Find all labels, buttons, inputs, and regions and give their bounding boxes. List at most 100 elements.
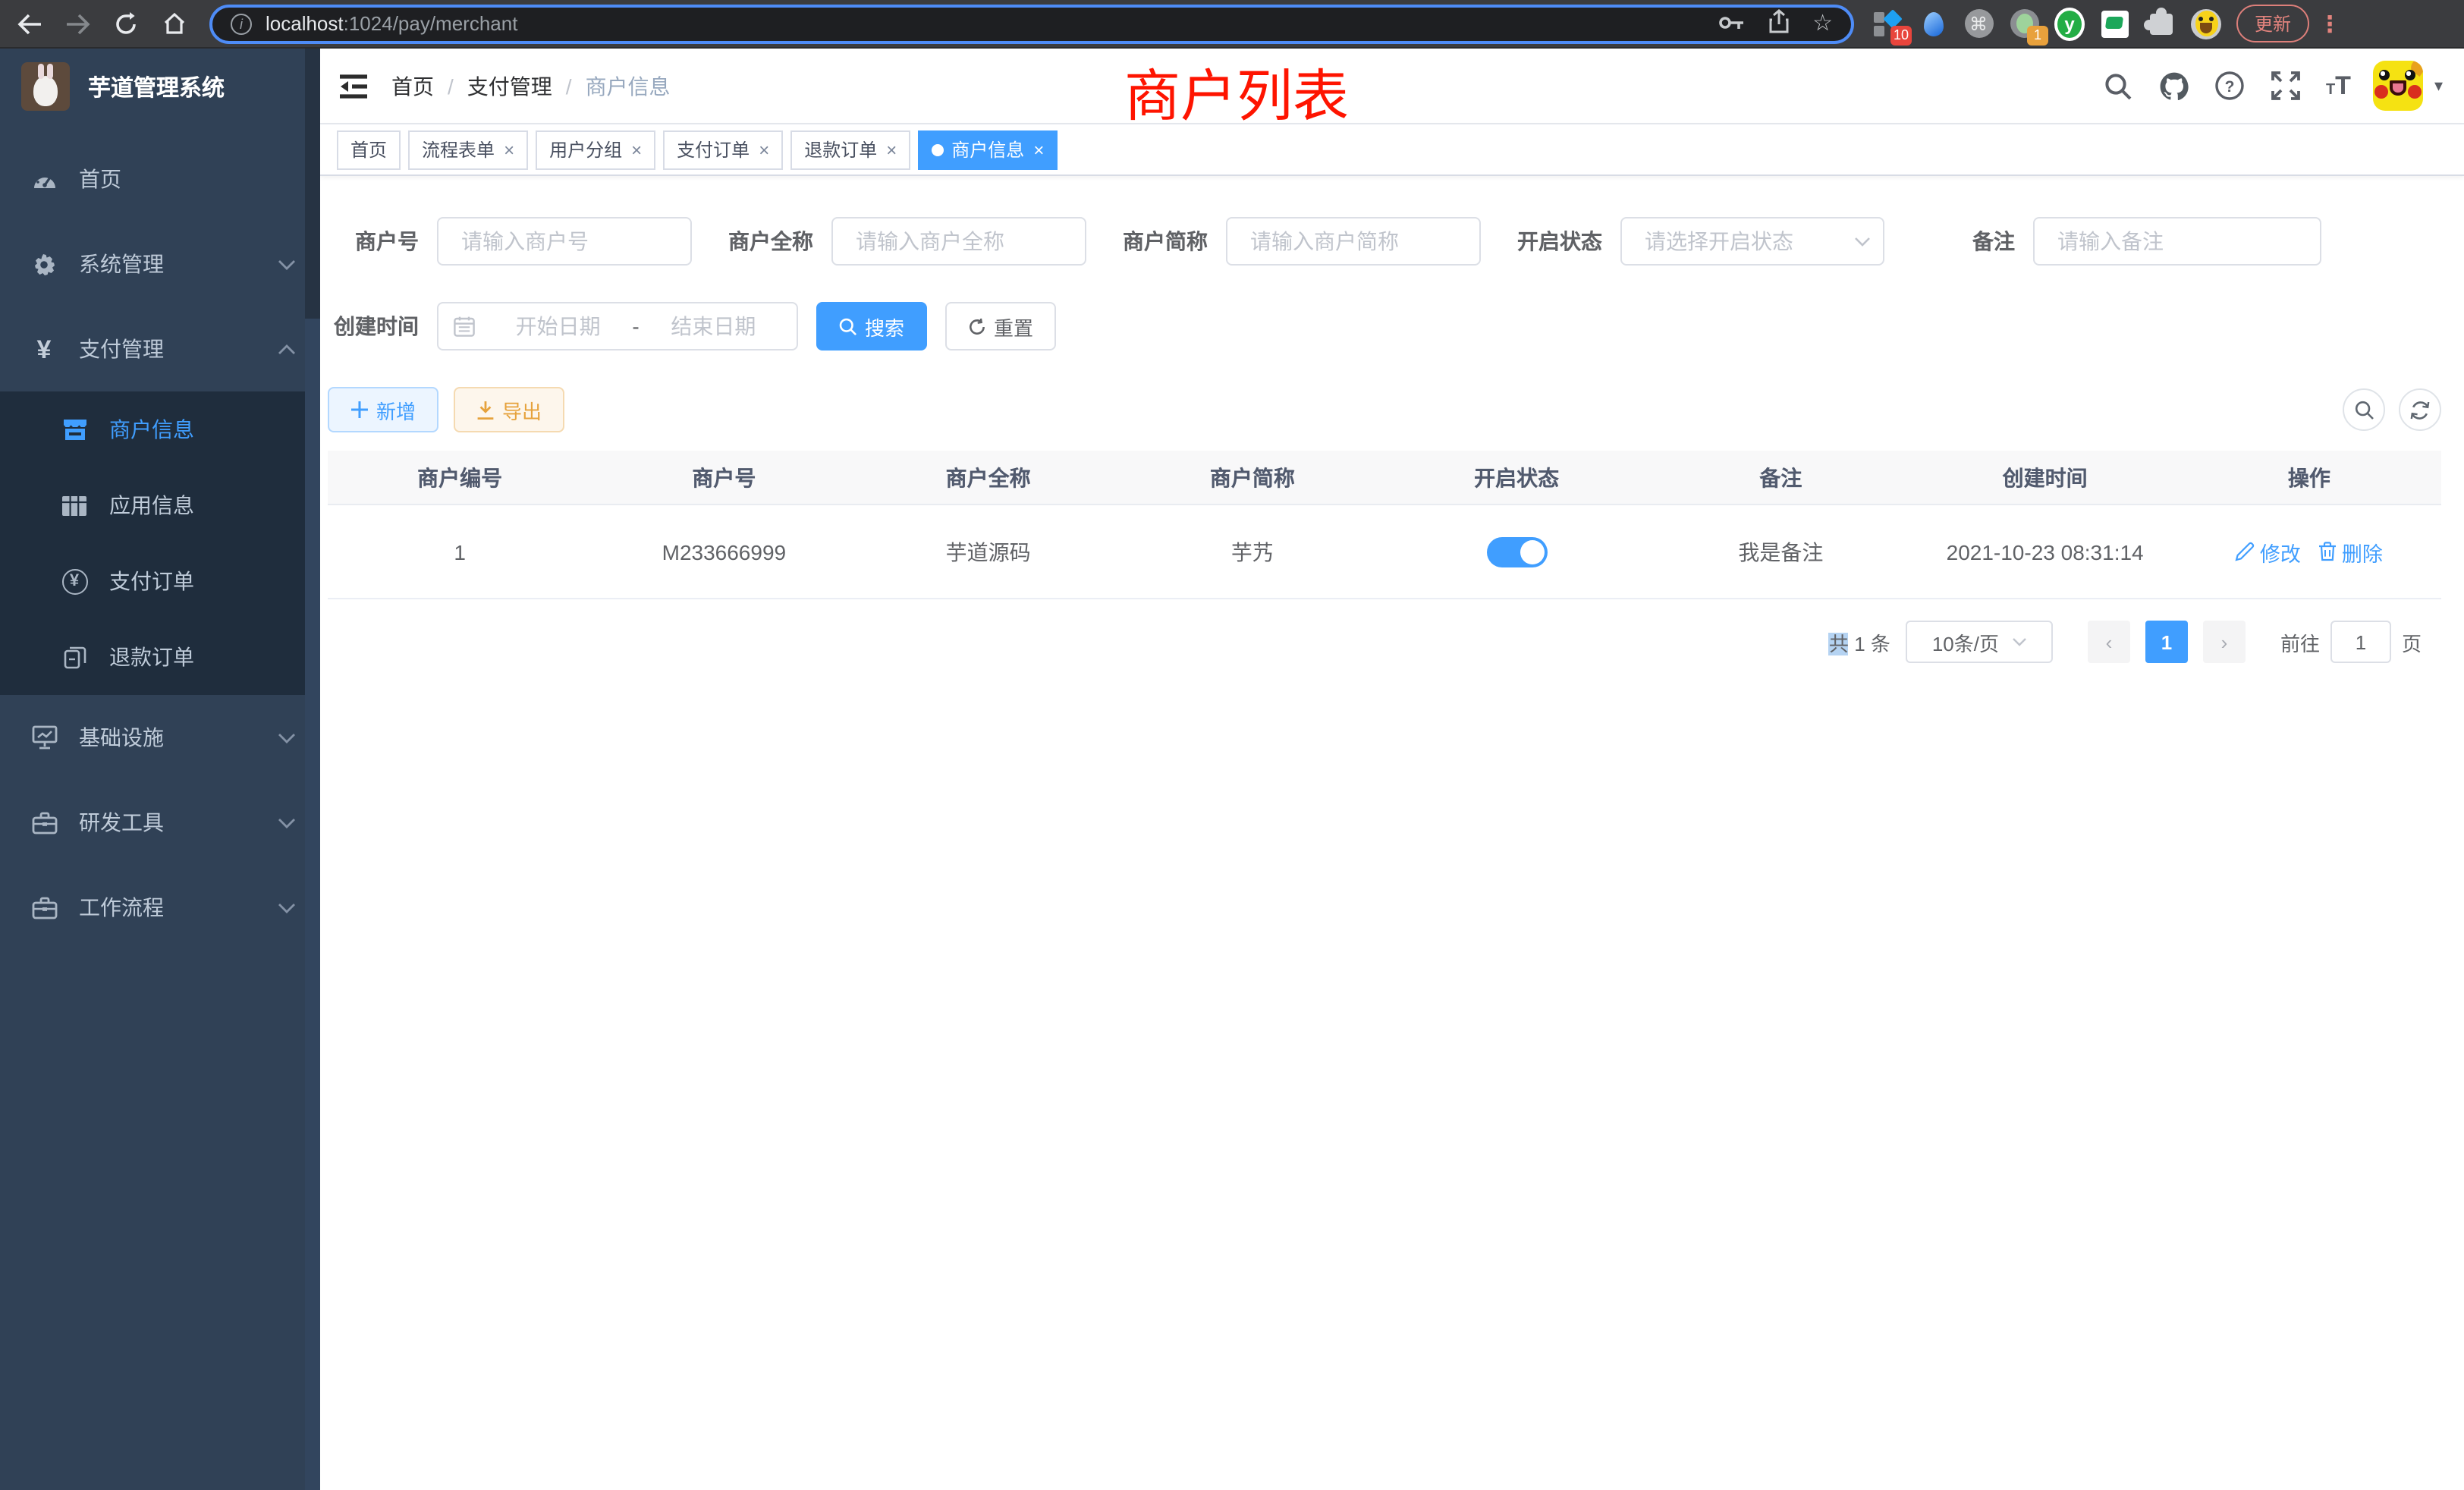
browser-back-button[interactable] bbox=[9, 4, 49, 43]
copy-document-icon bbox=[61, 646, 88, 668]
close-icon[interactable]: × bbox=[504, 139, 514, 160]
show-search-toggle-button[interactable] bbox=[2343, 388, 2385, 431]
sidebar-item-workflow[interactable]: 工作流程 bbox=[0, 865, 320, 950]
date-separator: - bbox=[632, 314, 639, 338]
breadcrumb-separator: / bbox=[448, 74, 454, 98]
tab-user-group[interactable]: 用户分组 × bbox=[536, 130, 655, 169]
close-icon[interactable]: × bbox=[886, 139, 897, 160]
close-icon[interactable]: × bbox=[1033, 139, 1044, 160]
sidebar-item-refund-order[interactable]: 退款订单 bbox=[0, 619, 320, 695]
end-date-placeholder: 结束日期 bbox=[646, 311, 781, 341]
fullscreen-icon[interactable] bbox=[2270, 69, 2303, 102]
tab-pay-order[interactable]: 支付订单 × bbox=[663, 130, 783, 169]
page-number-1[interactable]: 1 bbox=[2145, 621, 2188, 663]
sidebar-item-infra[interactable]: 基础设施 bbox=[0, 695, 320, 780]
sidebar-item-app-info[interactable]: 应用信息 bbox=[0, 467, 320, 543]
full-name-input[interactable] bbox=[831, 217, 1086, 266]
tab-home[interactable]: 首页 bbox=[337, 130, 401, 169]
goto-page-input[interactable] bbox=[2330, 621, 2391, 663]
address-bar[interactable]: i localhost:1024/pay/merchant ☆ bbox=[209, 4, 1854, 43]
browser-menu-icon[interactable]: ⋮ bbox=[2318, 10, 2341, 37]
sidebar-item-pay[interactable]: ¥ 支付管理 bbox=[0, 306, 320, 391]
remark-input[interactable] bbox=[2033, 217, 2321, 266]
add-button[interactable]: 新增 bbox=[328, 387, 438, 432]
browser-update-button[interactable]: 更新 bbox=[2236, 5, 2309, 42]
password-key-icon[interactable] bbox=[1718, 12, 1744, 35]
page-size-value: 10条/页 bbox=[1932, 627, 1999, 656]
search-button[interactable]: 搜索 bbox=[816, 302, 927, 350]
breadcrumb-pay: 支付管理 bbox=[467, 71, 552, 101]
tab-refund-order[interactable]: 退款订单 × bbox=[790, 130, 910, 169]
status-select[interactable]: 请选择开启状态 bbox=[1620, 217, 1884, 266]
page-size-select[interactable]: 10条/页 bbox=[1906, 621, 2053, 663]
close-icon[interactable]: × bbox=[631, 139, 642, 160]
github-icon[interactable] bbox=[2158, 69, 2191, 102]
toolbox-icon bbox=[30, 811, 58, 834]
merchant-no-input[interactable] bbox=[437, 217, 692, 266]
sidebar-item-pay-order[interactable]: ¥ 支付订单 bbox=[0, 543, 320, 619]
page-content: 商户号 商户全称 商户简称 开启状态 请选择开启状态 备注 创建时间 bbox=[320, 176, 2464, 663]
header-search-icon[interactable] bbox=[2101, 69, 2135, 102]
tab-label: 首页 bbox=[350, 137, 387, 162]
prev-page-button[interactable]: ‹ bbox=[2088, 621, 2130, 663]
y-extension-icon[interactable]: y bbox=[2054, 8, 2085, 39]
sidebar-item-merchant-info[interactable]: 商户信息 bbox=[0, 391, 320, 467]
browser-profile-avatar[interactable] bbox=[2191, 8, 2221, 39]
reset-button[interactable]: 重置 bbox=[945, 302, 1056, 350]
pagination-total: 共 1 条 bbox=[1829, 627, 1890, 656]
tab-process-form[interactable]: 流程表单 × bbox=[408, 130, 528, 169]
sidebar-item-label: 首页 bbox=[79, 164, 121, 194]
create-time-range-picker[interactable]: 开始日期 - 结束日期 bbox=[437, 302, 798, 350]
browser-forward-button[interactable] bbox=[58, 4, 97, 43]
short-name-input[interactable] bbox=[1226, 217, 1481, 266]
share-icon[interactable] bbox=[1768, 9, 1788, 38]
merchant-table: 商户编号 商户号 商户全称 商户简称 开启状态 备注 创建时间 操作 1 M23… bbox=[328, 451, 2441, 599]
sidebar-item-system[interactable]: 系统管理 bbox=[0, 222, 320, 306]
sidebar-fold-icon[interactable] bbox=[340, 74, 367, 98]
command-extension-icon[interactable]: ⌘ bbox=[1963, 8, 1994, 39]
extensions-puzzle-icon[interactable] bbox=[2145, 8, 2176, 39]
export-button[interactable]: 导出 bbox=[454, 387, 564, 432]
browser-reload-button[interactable] bbox=[106, 4, 146, 43]
site-info-icon[interactable]: i bbox=[231, 13, 252, 34]
user-avatar-menu[interactable]: ▾ bbox=[2374, 61, 2443, 111]
edit-link[interactable]: 修改 bbox=[2236, 536, 2301, 567]
profile-extension-icon[interactable]: 1 bbox=[2009, 8, 2039, 39]
tab-label: 退款订单 bbox=[804, 137, 877, 162]
sidebar-item-dev-tools[interactable]: 研发工具 bbox=[0, 780, 320, 865]
bookmark-star-icon[interactable]: ☆ bbox=[1812, 12, 1833, 35]
sidebar: 芋道管理系统 首页 系统管理 ¥ 支付管理 bbox=[0, 49, 320, 1490]
app-logo-row[interactable]: 芋道管理系统 bbox=[0, 49, 320, 124]
breadcrumb: 首页 / 支付管理 / 商户信息 bbox=[391, 71, 671, 101]
caret-down-icon[interactable]: ▾ bbox=[2434, 76, 2443, 96]
tab-merchant-info[interactable]: 商户信息 × bbox=[918, 130, 1058, 169]
edit-link-label: 修改 bbox=[2260, 536, 2301, 567]
svg-text:?: ? bbox=[2226, 78, 2236, 96]
short-name-label: 商户简称 bbox=[1117, 226, 1226, 256]
column-header: 备注 bbox=[1648, 451, 1912, 504]
refresh-table-button[interactable] bbox=[2399, 388, 2441, 431]
breadcrumb-home[interactable]: 首页 bbox=[391, 71, 434, 101]
avatar[interactable] bbox=[2374, 61, 2424, 111]
close-icon[interactable]: × bbox=[759, 139, 769, 160]
tab-label: 用户分组 bbox=[549, 137, 622, 162]
toolbox-icon bbox=[30, 896, 58, 919]
next-page-button[interactable]: › bbox=[2203, 621, 2246, 663]
status-toggle[interactable] bbox=[1486, 536, 1547, 567]
extensions-area: 10 ⌘ 1 y bbox=[1872, 8, 2221, 39]
monitor-chart-icon bbox=[30, 725, 58, 750]
pinned-extension-icon[interactable]: 10 bbox=[1872, 8, 1903, 39]
breadcrumb-current: 商户信息 bbox=[586, 71, 671, 101]
sidebar-item-home[interactable]: 首页 bbox=[0, 137, 320, 222]
grid-icon bbox=[61, 495, 88, 515]
add-button-label: 新增 bbox=[376, 395, 416, 424]
browser-home-button[interactable] bbox=[155, 4, 194, 43]
sidebar-scrollbar[interactable] bbox=[305, 49, 320, 1490]
column-header: 商户号 bbox=[592, 451, 856, 504]
delete-link[interactable]: 删除 bbox=[2319, 536, 2383, 567]
font-size-icon[interactable]: TT bbox=[2326, 73, 2351, 99]
chat-extension-icon[interactable] bbox=[2100, 8, 2130, 39]
balloon-extension-icon[interactable] bbox=[1918, 8, 1948, 39]
help-icon[interactable]: ? bbox=[2214, 69, 2247, 102]
full-name-label: 商户全称 bbox=[722, 226, 831, 256]
